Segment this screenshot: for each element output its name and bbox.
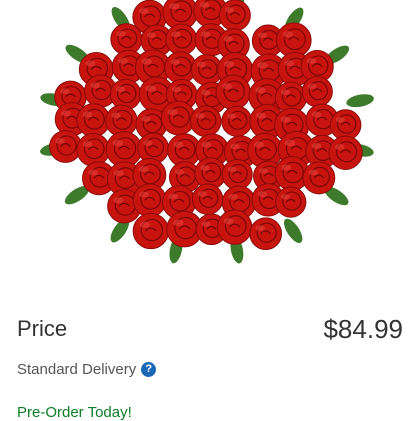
rose-highlight-shape [227,166,237,172]
rose-highlight-shape [168,193,179,200]
rose-highlight-shape [85,60,96,67]
rose-highlight-shape [197,191,207,197]
rose-highlight-shape [335,116,345,123]
rose-highlight-shape [172,219,184,227]
rose-highlight-shape [280,194,291,200]
rose-shape [160,100,196,136]
rose-highlight-shape [311,111,322,118]
rose-highlight-shape [145,85,157,92]
rose-highlight-shape [115,86,125,92]
product-image [0,0,420,290]
rose-highlight-shape [170,59,180,65]
rose-highlight-shape [174,169,185,175]
rose-shape [132,183,167,218]
rose-highlight-shape [201,221,211,227]
rose-highlight-shape [223,36,233,42]
rose-highlight-shape [138,8,149,15]
rose-highlight-shape [280,116,291,123]
rose-highlight-shape [253,141,265,148]
standard-delivery-label: Standard Delivery [17,360,137,378]
rose-shape [215,74,251,110]
rose-highlight-shape [173,141,184,148]
rose-highlight-shape [284,60,295,67]
rose-highlight-shape [55,138,65,144]
rose-highlight-shape [138,166,149,173]
rose-shape [132,212,169,250]
rose-highlight-shape [228,193,239,200]
rose-highlight-shape [143,140,153,146]
rose-highlight-shape [138,191,149,198]
rose-highlight-shape [169,3,180,10]
price-value: $84.99 [323,313,403,344]
rose-highlight-shape [306,58,317,64]
rose-shape [249,217,283,251]
rose-shape [49,130,82,163]
rose-shape [217,209,253,245]
rose-highlight-shape [230,143,240,150]
rose-highlight-shape [307,83,317,90]
rose-highlight-shape [139,221,150,229]
rose-highlight-shape [201,141,212,148]
rose-highlight-shape [281,164,292,171]
pre-order-link[interactable]: Pre-Order Today! [17,404,132,421]
leaf-shape [346,94,374,108]
rose-highlight-shape [257,191,268,198]
rose-highlight-shape [90,82,100,89]
rose-highlight-shape [88,169,99,176]
rose-highlight-shape [224,7,235,13]
rose-highlight-shape [280,89,291,96]
rose-highlight-shape [308,169,319,176]
rose-highlight-shape [255,225,265,232]
rose-shape [76,132,111,167]
rose-shape [328,135,363,170]
roses-bouquet-image [40,0,374,264]
rose-highlight-shape [82,111,93,118]
rose-highlight-shape [201,89,211,96]
rose-highlight-shape [284,139,296,147]
rose-highlight-shape [255,86,266,94]
rose-highlight-shape [282,31,293,38]
rose-highlight-shape [113,169,124,177]
rose-highlight-shape [60,88,70,95]
price-label: Price [17,316,68,341]
rose-highlight-shape [227,113,237,119]
rose-highlight-shape [200,31,211,38]
rose-highlight-shape [223,60,235,68]
rose-highlight-shape [171,31,181,38]
leaf-shape [283,218,303,243]
rose-shape [302,161,336,195]
rose-highlight-shape [112,139,124,147]
rose-highlight-shape [61,110,71,117]
price-row: Price $84.99 [17,312,403,346]
rose-highlight-shape [334,143,345,150]
delivery-row: Standard Delivery ? [17,358,157,380]
rose-highlight-shape [255,112,267,119]
help-question-icon[interactable]: ? [141,361,157,377]
rose-highlight-shape [257,32,268,39]
rose-highlight-shape [196,61,207,68]
rose-highlight-shape [141,116,151,122]
rose-highlight-shape [257,62,268,69]
rose-highlight-shape [167,109,178,116]
rose-highlight-shape [200,165,210,171]
rose-highlight-shape [116,31,126,37]
rose-highlight-shape [222,83,233,90]
rose-highlight-shape [111,112,121,119]
rose-highlight-shape [223,217,234,225]
rose-highlight-shape [146,32,157,38]
rose-highlight-shape [171,86,181,93]
rose-highlight-shape [113,197,124,204]
rose-highlight-shape [82,141,93,148]
rose-highlight-shape [118,57,128,64]
rose-highlight-shape [195,113,205,119]
rose-highlight-shape [199,1,210,8]
rose-shape [76,103,111,138]
rose-highlight-shape [258,168,268,174]
rose-highlight-shape [311,142,322,149]
rose-highlight-shape [141,58,153,65]
